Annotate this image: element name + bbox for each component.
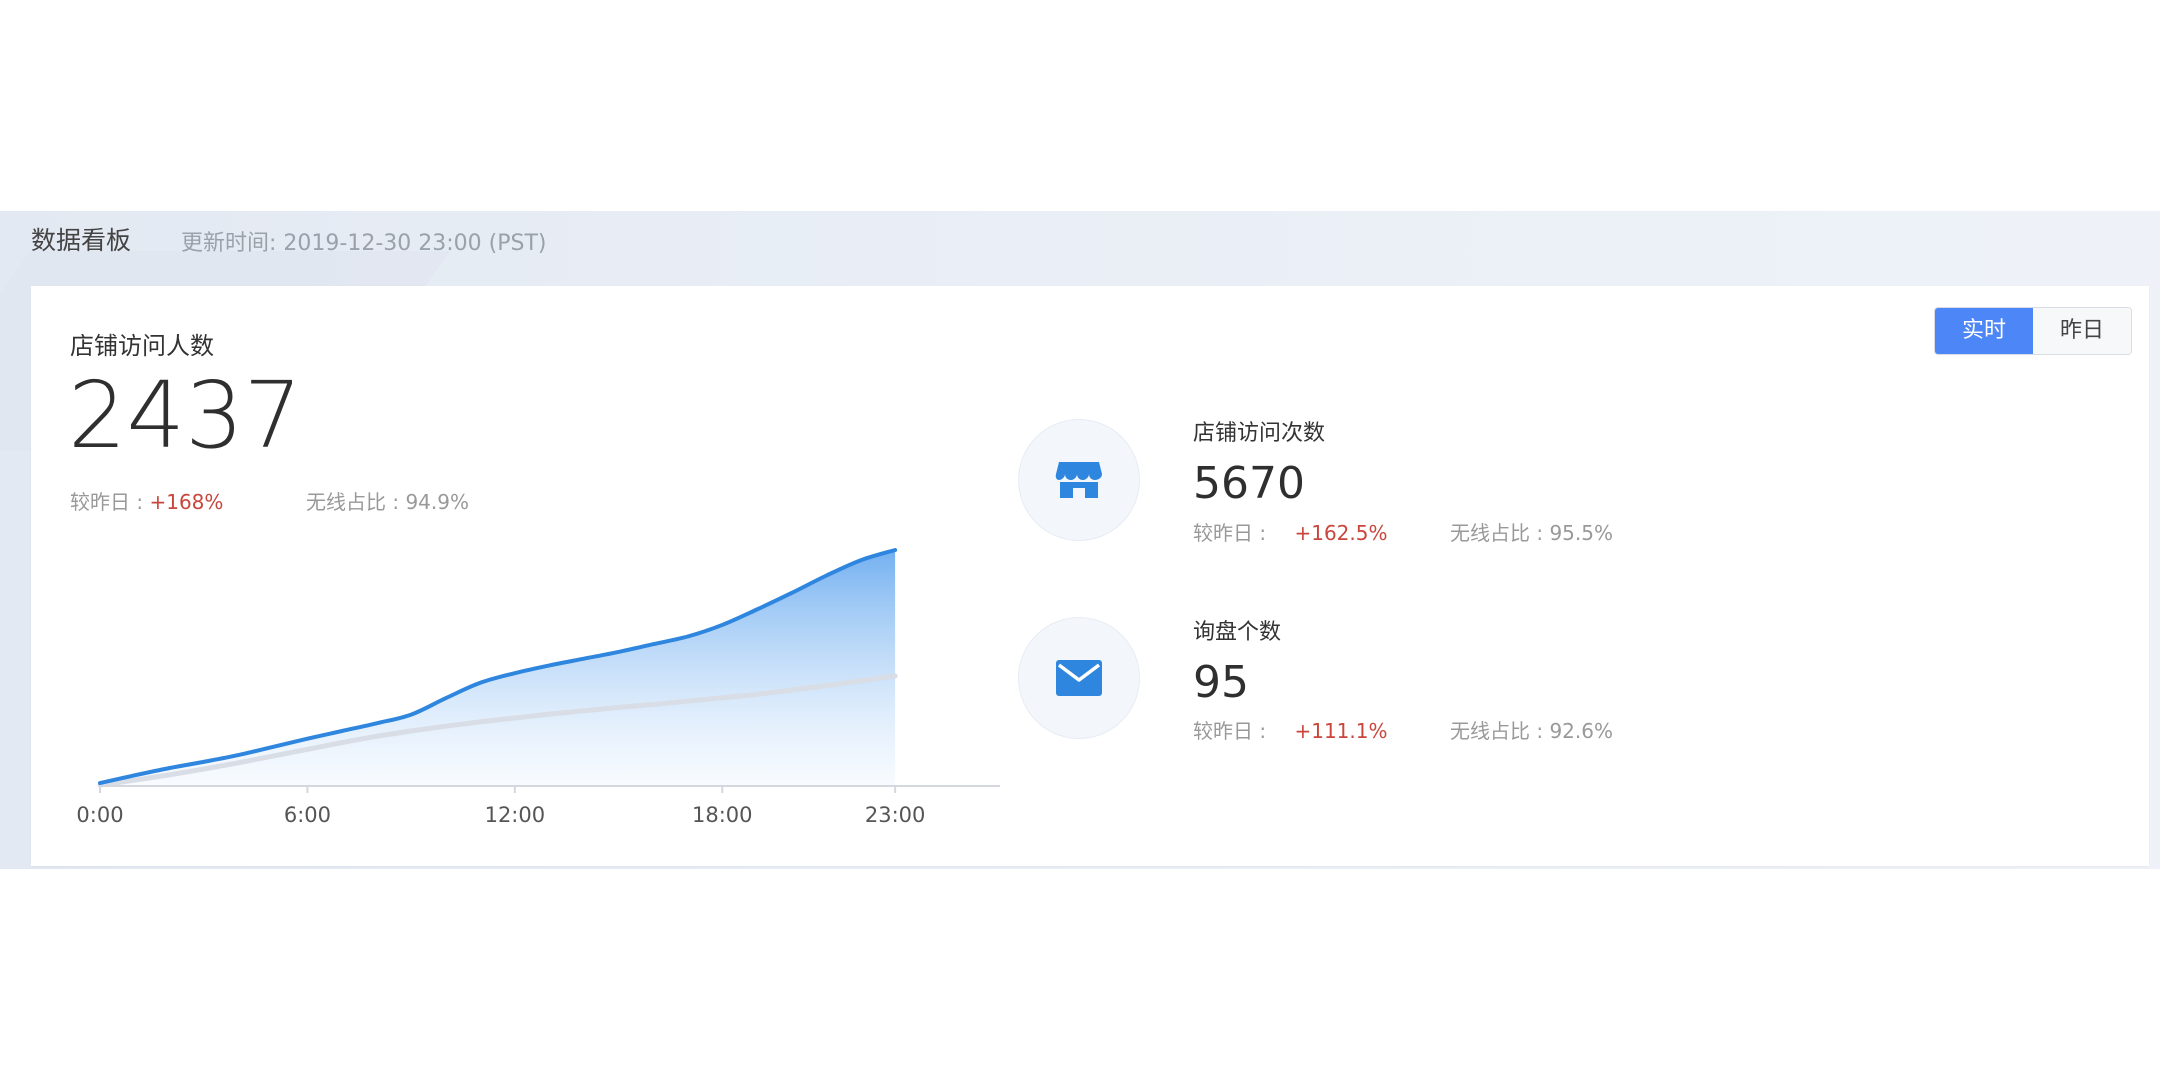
mail-icon-circle xyxy=(1018,617,1140,739)
visits-compare: 较昨日 : +162.5% xyxy=(1193,517,1388,546)
x-tick-label: 0:00 xyxy=(76,803,123,827)
visitors-trend-chart: 0:00 6:00 12:00 18:00 23:00 xyxy=(76,548,1000,827)
metric-value-inquiries: 95 xyxy=(1193,657,1249,708)
realtime-button[interactable]: 实时 xyxy=(1935,308,2033,354)
compare-label: 较昨日 : xyxy=(70,490,144,514)
today-area xyxy=(100,550,896,785)
page-title: 数据看板 xyxy=(31,226,132,255)
x-tick-label: 12:00 xyxy=(485,803,546,827)
x-tick-label: 18:00 xyxy=(692,803,753,827)
x-tick-label: 23:00 xyxy=(865,803,926,827)
wireless-label: 无线占比 xyxy=(306,490,386,514)
inquiries-compare: 较昨日 : +111.1% xyxy=(1193,715,1388,744)
main-metric-label: 店铺访问人数 xyxy=(70,332,214,360)
metric-value-visits: 5670 xyxy=(1193,458,1305,509)
update-time: 更新时间: 2019-12-30 23:00 (PST) xyxy=(181,231,547,256)
x-tick-label: 6:00 xyxy=(284,803,331,827)
store-icon xyxy=(1055,462,1102,498)
metric-label-visits: 店铺访问次数 xyxy=(1193,421,1326,446)
main-metric-value: 2437 xyxy=(68,362,303,469)
yesterday-button[interactable]: 昨日 xyxy=(2033,308,2131,354)
wireless-value: : 92.6% xyxy=(1536,719,1613,743)
compare-value: +162.5% xyxy=(1294,521,1388,545)
wireless-value: : 94.9% xyxy=(392,490,469,514)
main-compare: 较昨日 : +168% xyxy=(70,486,223,515)
metric-label-inquiries: 询盘个数 xyxy=(1193,620,1282,645)
compare-label: 较昨日 : xyxy=(1193,719,1267,743)
mail-icon xyxy=(1056,660,1102,696)
wireless-label: 无线占比 xyxy=(1450,719,1530,743)
wireless-label: 无线占比 xyxy=(1450,521,1530,545)
compare-value: +168% xyxy=(149,490,224,514)
inquiries-wireless: 无线占比 : 92.6% xyxy=(1450,715,1613,744)
compare-label: 较昨日 : xyxy=(1193,521,1267,545)
compare-value: +111.1% xyxy=(1294,719,1388,743)
wireless-value: : 95.5% xyxy=(1536,521,1613,545)
visits-wireless: 无线占比 : 95.5% xyxy=(1450,517,1613,546)
main-wireless: 无线占比 : 94.9% xyxy=(306,486,469,515)
store-icon-circle xyxy=(1018,419,1140,541)
time-range-toggle: 实时 昨日 xyxy=(1934,307,2132,355)
